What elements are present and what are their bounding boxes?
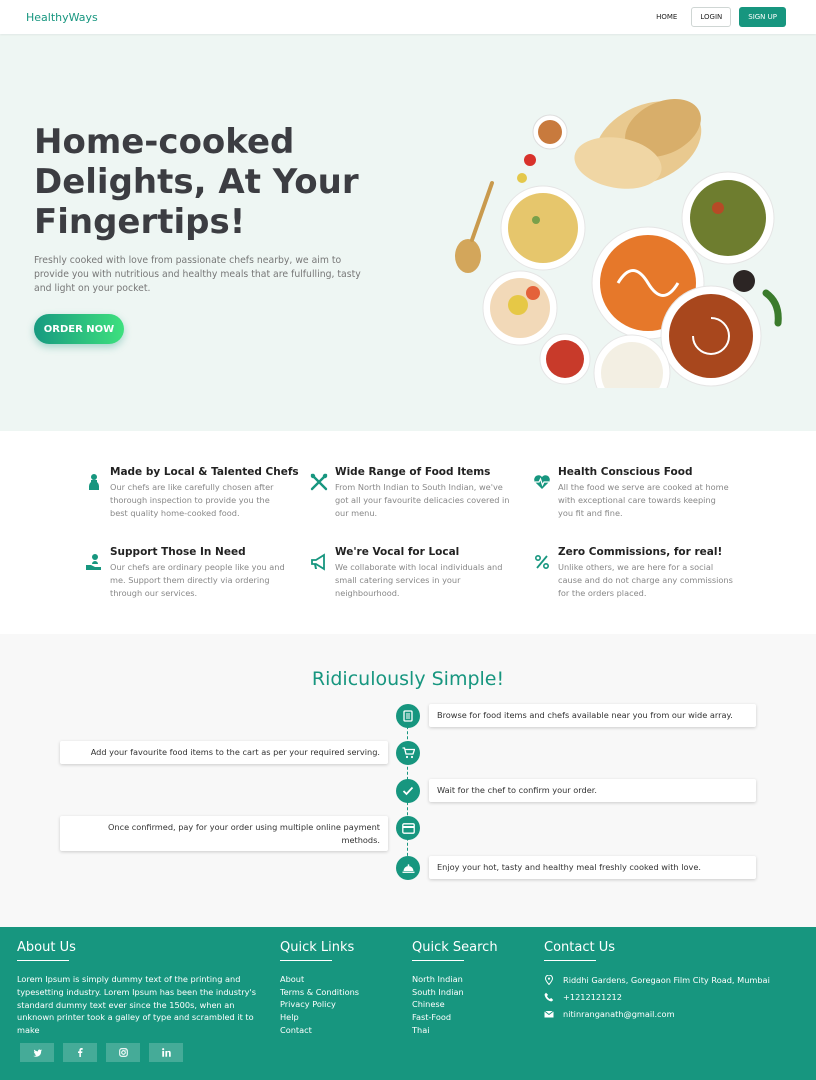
- hero-subtitle: Freshly cooked with love from passionate…: [34, 255, 361, 294]
- footer-search-thai[interactable]: Thai: [412, 1024, 498, 1037]
- twitter-icon[interactable]: [20, 1043, 54, 1062]
- footer-link-terms[interactable]: Terms & Conditions: [280, 986, 359, 999]
- login-button[interactable]: LOGIN: [691, 7, 732, 27]
- footer-search-fast-food[interactable]: Fast-Food: [412, 1011, 498, 1024]
- feature-title: Wide Range of Food Items: [335, 466, 491, 478]
- instagram-icon[interactable]: [106, 1043, 140, 1062]
- footer-heading: Quick Links: [280, 940, 359, 961]
- feature-desc: Our chefs are ordinary people like you a…: [110, 562, 285, 598]
- steps-title: Ridiculously Simple!: [311, 668, 505, 690]
- contact-phone: +1212121212: [544, 988, 770, 1005]
- feature-desc: All the food we serve are cooked at home…: [558, 482, 729, 518]
- utensils-icon: [310, 473, 328, 491]
- contact-email-text[interactable]: nitinranganath@gmail.com: [563, 1009, 675, 1019]
- signup-button[interactable]: SIGN UP: [739, 7, 786, 27]
- credit-card-icon: [396, 816, 420, 840]
- envelope-icon: [544, 1010, 554, 1017]
- social-links: [20, 1043, 183, 1062]
- footer-link-contact[interactable]: Contact: [280, 1024, 359, 1037]
- how-it-works-section: Ridiculously Simple! Browse for food ite…: [0, 634, 816, 927]
- feature-title: Zero Commissions, for real!: [558, 546, 723, 558]
- footer: About Us Lorem Ipsum is simply dummy tex…: [0, 927, 816, 1080]
- nav-home-link[interactable]: HOME: [650, 9, 683, 25]
- footer-heading: About Us: [17, 940, 267, 961]
- chef-icon: [89, 474, 99, 490]
- hand-holding-person-icon: [86, 554, 101, 570]
- feature-desc: Unlike others, we are here for a social …: [558, 562, 733, 598]
- step-card: Wait for the chef to confirm your order.: [429, 779, 756, 802]
- feature-desc: Our chefs are like carefully chosen afte…: [110, 482, 274, 518]
- step-card: Once confirmed, pay for your order using…: [60, 816, 388, 851]
- footer-search-chinese[interactable]: Chinese: [412, 998, 498, 1011]
- step-card: Add your favourite food items to the car…: [60, 741, 388, 764]
- order-now-button[interactable]: ORDER NOW: [34, 314, 124, 344]
- footer-heading: Quick Search: [412, 940, 498, 961]
- feature-desc: We collaborate with local individuals an…: [335, 562, 503, 598]
- brand-logo[interactable]: HealthyWays: [26, 11, 98, 24]
- feature-title: Support Those In Need: [110, 546, 246, 558]
- footer-link-help[interactable]: Help: [280, 1011, 359, 1024]
- footer-contact: Contact Us Riddhi Gardens, Goregaon Film…: [544, 940, 770, 1022]
- feature-desc: From North Indian to South Indian, we've…: [335, 482, 510, 518]
- hero-title: Home-cooked Delights, At Your Fingertips…: [34, 122, 359, 242]
- footer-link-about[interactable]: About: [280, 973, 359, 986]
- menu-book-icon: [396, 704, 420, 728]
- feature-title: Health Conscious Food: [558, 466, 693, 478]
- step-card: Enjoy your hot, tasty and healthy meal f…: [429, 856, 756, 879]
- cloche-icon: [396, 856, 420, 880]
- footer-heading: Contact Us: [544, 940, 770, 961]
- features-section: Made by Local & Talented Chefs Our chefs…: [0, 431, 816, 634]
- feature-title: Made by Local & Talented Chefs: [110, 466, 299, 478]
- heartbeat-icon: [534, 475, 550, 489]
- footer-about-text: Lorem Ipsum is simply dummy text of the …: [17, 974, 256, 1036]
- contact-address-text: Riddhi Gardens, Goregaon Film City Road,…: [563, 974, 770, 985]
- food-platter-image: [455, 98, 782, 388]
- footer-quick-search: Quick Search North Indian South Indian C…: [412, 940, 498, 1037]
- contact-address: Riddhi Gardens, Goregaon Film City Road,…: [544, 971, 770, 988]
- footer-search-south-indian[interactable]: South Indian: [412, 986, 498, 999]
- step-card: Browse for food items and chefs availabl…: [429, 704, 756, 727]
- navbar: HealthyWays HOME LOGIN SIGN UP: [0, 0, 816, 34]
- footer-link-privacy[interactable]: Privacy Policy: [280, 998, 359, 1011]
- footer-search-north-indian[interactable]: North Indian: [412, 973, 498, 986]
- cart-icon: [396, 741, 420, 765]
- nav-actions: HOME LOGIN SIGN UP: [650, 7, 786, 27]
- percent-icon: [534, 554, 550, 570]
- location-pin-icon: [544, 974, 554, 985]
- linkedin-icon[interactable]: [149, 1043, 183, 1062]
- footer-about: About Us Lorem Ipsum is simply dummy tex…: [17, 940, 267, 1037]
- facebook-icon[interactable]: [63, 1043, 97, 1062]
- check-icon: [396, 779, 420, 803]
- phone-icon: [544, 992, 554, 1001]
- feature-title: We're Vocal for Local: [335, 546, 460, 558]
- megaphone-icon: [311, 553, 325, 571]
- footer-quick-links: Quick Links About Terms & Conditions Pri…: [280, 940, 359, 1037]
- hero-section: Home-cooked Delights, At Your Fingertips…: [0, 34, 816, 431]
- contact-email: nitinranganath@gmail.com: [544, 1005, 770, 1022]
- contact-phone-text[interactable]: +1212121212: [563, 992, 622, 1002]
